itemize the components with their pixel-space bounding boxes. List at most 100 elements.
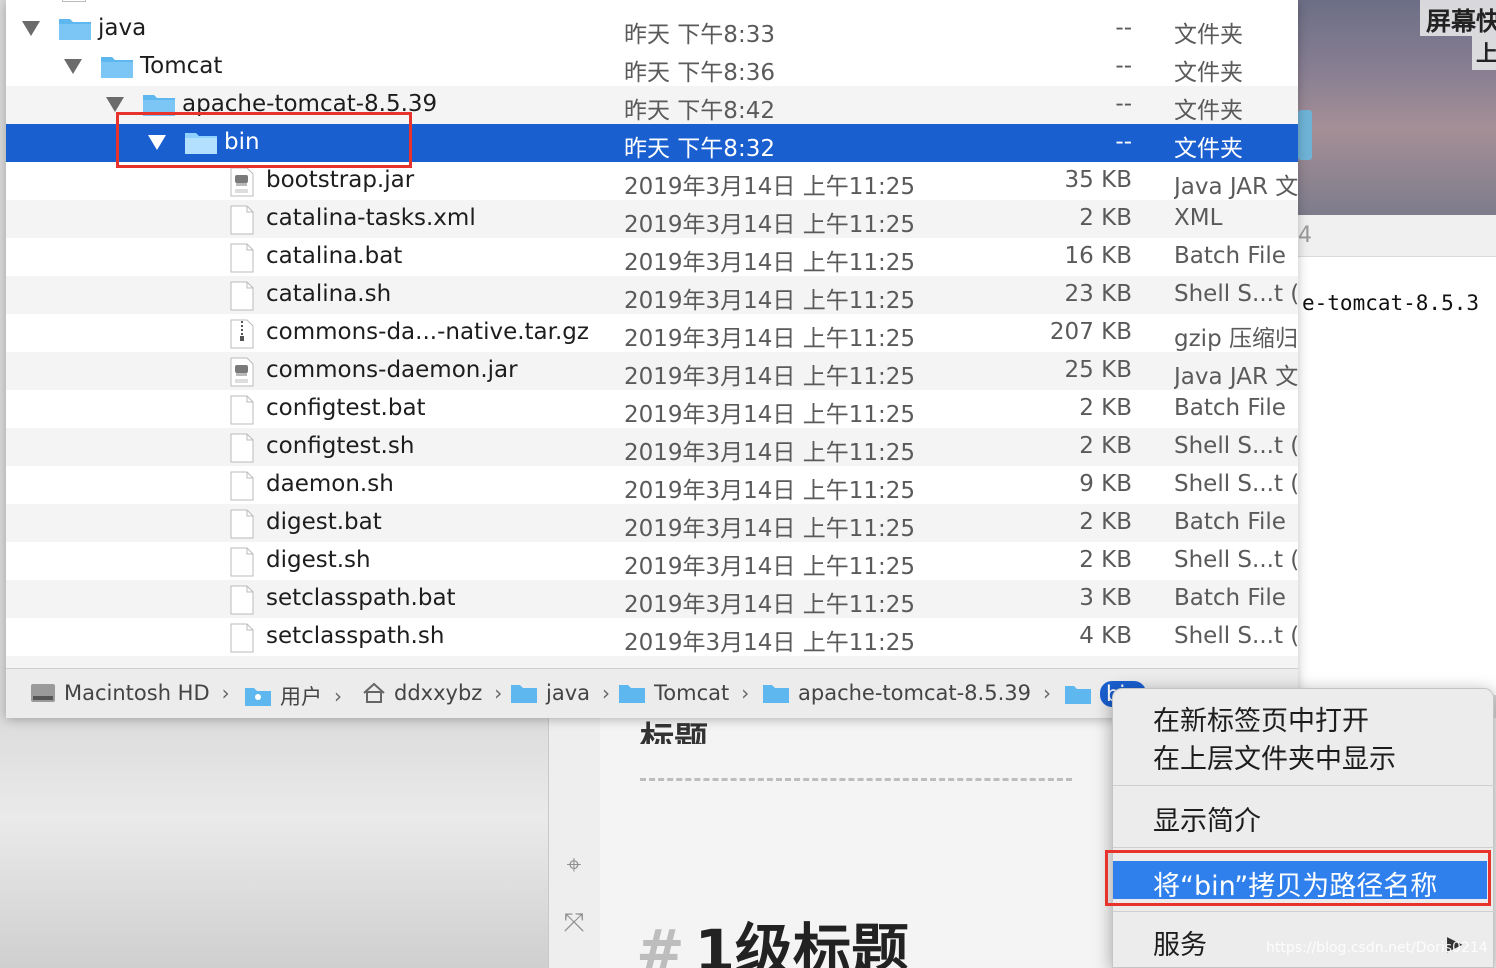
file-date: 2019年3月14日 上午11:25 — [624, 326, 916, 352]
file-icon — [230, 471, 254, 501]
path-item-java[interactable]: java › — [510, 681, 610, 705]
list-item-file[interactable]: configtest.bat 2019年3月14日 上午11:25 2 KB B… — [6, 390, 1298, 428]
file-name: commons-daemon.jar — [266, 357, 518, 383]
file-kind: Shell S...t (I — [1174, 281, 1298, 307]
file-date: 昨天 下午8:33 — [624, 22, 775, 48]
file-name: daemon.sh — [266, 471, 394, 497]
list-item-file[interactable]: commons-daemon.jar 2019年3月14日 上午11:25 25… — [6, 352, 1298, 390]
file-name: catalina-tasks.xml — [266, 205, 476, 231]
list-item-file[interactable]: digest.bat 2019年3月14日 上午11:25 2 KB Batch… — [6, 504, 1298, 542]
path-bar: Macintosh HD › 用户 › ddxxybz › java › Tom… — [6, 668, 1298, 718]
file-date: 昨天 下午8:36 — [624, 60, 775, 86]
chevron-right-icon: › — [334, 684, 342, 708]
folder-icon — [619, 685, 645, 703]
file-icon — [230, 205, 254, 235]
hard-disk-icon — [31, 684, 55, 702]
path-label: ddxxybz — [394, 681, 483, 705]
background-photo-window: 屏幕快 上 — [1298, 0, 1496, 215]
file-kind: Java JAR 文 — [1174, 364, 1298, 390]
chevron-right-icon: › — [602, 681, 610, 705]
chevron-right-icon: › — [1042, 681, 1051, 705]
home-icon — [363, 682, 385, 703]
file-size: 35 KB — [1064, 167, 1132, 193]
list-item-file[interactable]: catalina.sh 2019年3月14日 上午11:25 23 KB She… — [6, 276, 1298, 314]
file-size: 2 KB — [1079, 205, 1132, 231]
file-kind: Java JAR 文 — [1174, 174, 1298, 200]
file-kind: 文件夹 — [1174, 136, 1243, 162]
file-kind: Shell S...t (I — [1174, 547, 1298, 573]
list-item-file[interactable]: setclasspath.bat 2019年3月14日 上午11:25 3 KB… — [6, 580, 1298, 618]
file-kind: Shell S...t (I — [1174, 433, 1298, 459]
list-item-tomcat[interactable]: Tomcat 昨天 下午8:36 -- 文件夹 — [6, 48, 1298, 86]
file-date: 2019年3月14日 上午11:25 — [624, 440, 916, 466]
file-date: 2019年3月14日 上午11:25 — [624, 364, 916, 390]
disclosure-triangle-icon[interactable] — [106, 97, 124, 112]
list-item-file[interactable]: catalina-tasks.xml 2019年3月14日 上午11:25 2 … — [6, 200, 1298, 238]
file-kind: gzip 压缩归 — [1174, 326, 1298, 352]
disclosure-triangle-icon[interactable] — [64, 59, 82, 74]
menu-item-open-new-tab[interactable]: 在新标签页中打开 — [1153, 699, 1369, 738]
path-item-disk[interactable]: Macintosh HD › — [30, 681, 230, 705]
path-label: apache-tomcat-8.5.39 — [798, 681, 1031, 705]
menu-item-show-in-parent[interactable]: 在上层文件夹中显示 — [1153, 737, 1396, 776]
file-name: setclasspath.bat — [266, 585, 456, 611]
file-size: -- — [1115, 15, 1132, 41]
path-label: Tomcat — [654, 681, 730, 705]
folder-icon — [58, 15, 92, 41]
menu-item-get-info[interactable]: 显示简介 — [1153, 799, 1261, 838]
file-name: digest.sh — [266, 547, 371, 573]
list-item-file[interactable]: catalina.bat 2019年3月14日 上午11:25 16 KB Ba… — [6, 238, 1298, 276]
chevron-right-icon: › — [221, 681, 230, 705]
list-item-file[interactable]: digest.sh 2019年3月14日 上午11:25 2 KB Shell … — [6, 542, 1298, 580]
list-item-java[interactable]: java 昨天 下午8:33 -- 文件夹 — [6, 10, 1298, 48]
list-item-file[interactable]: setclasspath.sh 2019年3月14日 上午11:25 4 KB … — [6, 618, 1298, 656]
path-item-tomcat[interactable]: Tomcat › — [618, 681, 749, 705]
file-date: 2019年3月14日 上午11:25 — [624, 402, 916, 428]
file-date: 2019年3月14日 上午11:25 — [624, 174, 916, 200]
file-kind: Batch File — [1174, 585, 1286, 611]
file-size: 3 KB — [1079, 585, 1132, 611]
chevron-right-icon: › — [741, 681, 750, 705]
file-name: digest.bat — [266, 509, 382, 535]
editor-toolbar: ⌖ ⤧ — [548, 718, 600, 968]
file-kind: Shell S...t (I — [1174, 623, 1298, 649]
h1-text: 1级标题 — [694, 917, 909, 968]
disclosure-triangle-icon[interactable] — [22, 21, 40, 36]
path-item-users[interactable]: 用户 › — [244, 681, 342, 711]
chevron-right-icon: › — [494, 681, 503, 705]
menu-divider — [1113, 785, 1495, 786]
path-item-apache[interactable]: apache-tomcat-8.5.39 › — [762, 681, 1051, 705]
folder-icon — [100, 53, 134, 79]
file-date: 2019年3月14日 上午11:25 — [624, 288, 916, 314]
file-date: 昨天 下午8:32 — [624, 136, 775, 162]
file-size: 2 KB — [1079, 547, 1132, 573]
jar-file-icon — [230, 167, 254, 197]
annotation-highlight-bin — [116, 112, 412, 168]
target-icon[interactable]: ⌖ — [557, 848, 591, 882]
file-name: configtest.bat — [266, 395, 426, 421]
list-item-file[interactable]: daemon.sh 2019年3月14日 上午11:25 9 KB Shell … — [6, 466, 1298, 504]
file-date: 2019年3月14日 上午11:25 — [624, 554, 916, 580]
menu-divider — [1113, 911, 1495, 912]
file-date: 2019年3月14日 上午11:25 — [624, 250, 916, 276]
list-item-file[interactable]: commons-da...-native.tar.gz 2019年3月14日 上… — [6, 314, 1298, 352]
background-window-left — [0, 718, 548, 968]
editor-divider — [640, 778, 1072, 788]
file-name: catalina.bat — [266, 243, 403, 269]
path-label: Macintosh HD — [64, 681, 210, 705]
file-kind: Batch File — [1174, 395, 1286, 421]
path-item-home[interactable]: ddxxybz › — [362, 681, 502, 705]
file-kind: Batch File — [1174, 509, 1286, 535]
list-item-file[interactable]: configtest.sh 2019年3月14日 上午11:25 2 KB Sh… — [6, 428, 1298, 466]
file-name: catalina.sh — [266, 281, 392, 307]
folder-icon — [763, 685, 789, 703]
file-icon — [230, 281, 254, 311]
menu-item-services[interactable]: 服务 — [1153, 923, 1207, 962]
file-icon — [230, 623, 254, 653]
background-button-edge — [1298, 110, 1312, 160]
expand-icon[interactable]: ⤧ — [557, 906, 591, 940]
file-size: 16 KB — [1064, 243, 1132, 269]
users-folder-icon — [245, 688, 271, 706]
context-menu: 在新标签页中打开 在上层文件夹中显示 显示简介 将“bin”拷贝为路径名称 服务… — [1112, 688, 1495, 968]
file-kind: 文件夹 — [1174, 60, 1243, 86]
